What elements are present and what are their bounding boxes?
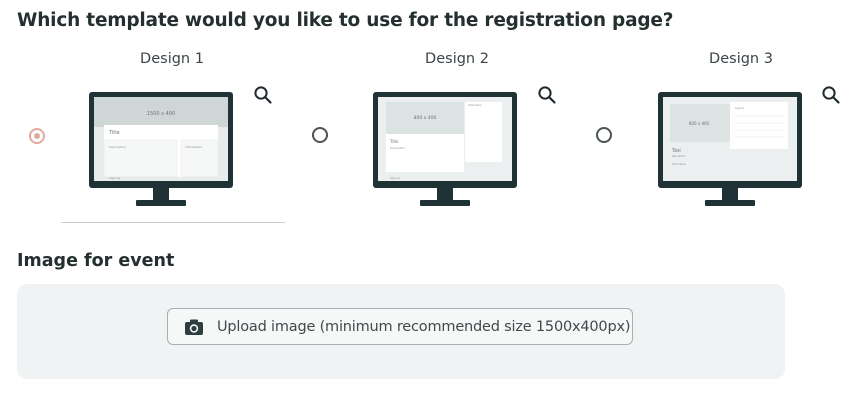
- design-3-title-text: Titel: [671, 148, 681, 153]
- design-2-footer-text: Sign up: [390, 176, 400, 180]
- design-3-line1-text: Description: [672, 155, 686, 158]
- upload-image-label: Upload image (minimum recommended size 1…: [217, 318, 631, 335]
- design-1-footer-text: Sign up: [109, 176, 120, 180]
- design-2-label: Design 2: [425, 51, 489, 67]
- design-3-zoom-icon[interactable]: [820, 84, 842, 106]
- design-1-zoom-icon[interactable]: [252, 84, 274, 106]
- design-3-preview[interactable]: 800 x 400 Layout Titel Description Infor…: [658, 92, 802, 208]
- image-section-heading: Image for event: [17, 251, 175, 271]
- design-3-banner-text: 800 x 400: [689, 121, 710, 126]
- design-3-line2-text: Information: [672, 163, 686, 166]
- design-2-banner-text: 800 x 400: [414, 115, 437, 121]
- design-1-radio[interactable]: [29, 128, 45, 144]
- design-2-preview[interactable]: 800 x 400 Title Description Information …: [373, 92, 517, 208]
- design-2-zoom-icon[interactable]: [536, 84, 558, 106]
- design-1-selected-underline: [61, 222, 285, 223]
- design-3-radio[interactable]: [596, 127, 612, 143]
- design-1-title-text: Title: [108, 130, 120, 136]
- design-2-radio[interactable]: [312, 127, 328, 143]
- design-3-side-text: Layout: [735, 106, 744, 110]
- design-2-side-text: Information: [468, 104, 482, 107]
- template-question: Which template would you like to use for…: [17, 10, 674, 31]
- design-2-title-text: Title: [389, 139, 399, 144]
- design-1-banner-text: 1500 x 400: [147, 111, 175, 117]
- design-1-preview[interactable]: 1500 x 400 Title Description Information…: [89, 92, 233, 208]
- design-3-label: Design 3: [709, 51, 773, 67]
- camera-icon: [185, 319, 203, 335]
- design-1-right-text: Information: [185, 145, 202, 149]
- upload-image-button[interactable]: Upload image (minimum recommended size 1…: [167, 308, 633, 345]
- design-1-label: Design 1: [140, 51, 204, 67]
- design-1-left-text: Description: [109, 145, 126, 149]
- design-2-subtitle-text: Description: [390, 146, 405, 150]
